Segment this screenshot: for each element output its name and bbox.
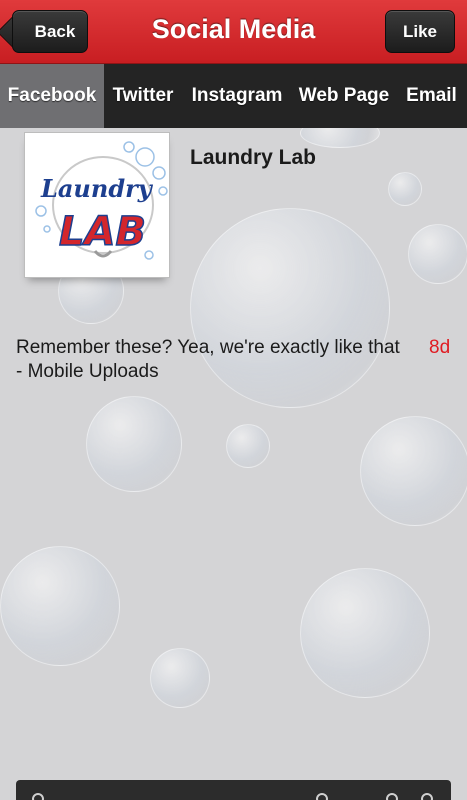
- tab-instagram[interactable]: Instagram: [182, 64, 292, 128]
- top-bar: Back Social Media Like: [0, 0, 467, 64]
- bubble-decoration: [388, 172, 422, 206]
- toolbar-icon[interactable]: [316, 793, 328, 800]
- bubble-decoration: [150, 648, 210, 708]
- bottom-toolbar: [16, 780, 451, 800]
- toolbar-icon[interactable]: [421, 793, 433, 800]
- back-button[interactable]: Back: [12, 10, 88, 53]
- post-message[interactable]: Remember these? Yea, we're exactly like …: [16, 336, 436, 384]
- logo-text-bottom: LAB: [59, 209, 146, 255]
- logo-text-top: Laundry: [40, 174, 154, 203]
- facebook-feed[interactable]: Laundry LAB Laundry Lab Remember these? …: [0, 128, 467, 800]
- bubble-decoration: [0, 546, 120, 666]
- post-age: 8d: [429, 337, 451, 358]
- toolbar-icon[interactable]: [386, 793, 398, 800]
- bubble-decoration: [86, 396, 182, 492]
- post-message-line1: Remember these? Yea, we're exactly like …: [16, 337, 400, 358]
- bubble-decoration: [300, 128, 380, 148]
- page-name[interactable]: Laundry Lab: [190, 146, 316, 170]
- tab-email[interactable]: Email: [396, 64, 467, 128]
- laundry-lab-logo: Laundry LAB: [35, 141, 168, 260]
- tab-bar: Facebook Twitter Instagram Web Page Emai…: [0, 64, 467, 128]
- toolbar-icon[interactable]: [32, 793, 44, 800]
- tab-web-page[interactable]: Web Page: [292, 64, 396, 128]
- tab-twitter[interactable]: Twitter: [104, 64, 182, 128]
- like-button[interactable]: Like: [385, 10, 455, 53]
- bubble-decoration: [408, 224, 467, 284]
- page-avatar[interactable]: Laundry LAB: [24, 132, 170, 278]
- post-message-line2: - Mobile Uploads: [16, 361, 159, 382]
- bubble-decoration: [360, 416, 467, 526]
- bubble-decoration: [226, 424, 270, 468]
- bubble-decoration: [300, 568, 430, 698]
- tab-facebook[interactable]: Facebook: [0, 64, 104, 128]
